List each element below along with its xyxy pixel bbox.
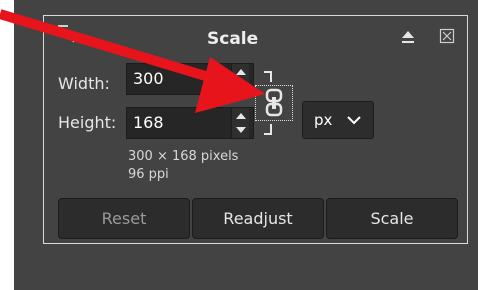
eject-up-icon[interactable]	[399, 28, 417, 46]
red-arrow-icon	[0, 9, 265, 113]
chain-bracket-bottom	[264, 124, 272, 135]
resolution-info: 96 ppi	[128, 167, 169, 182]
scale-button[interactable]: Scale	[326, 198, 458, 239]
unit-value: px	[314, 111, 333, 129]
close-box-icon[interactable]	[439, 28, 455, 44]
unit-dropdown[interactable]: px	[302, 101, 374, 139]
size-info: 300 × 168 pixels	[128, 149, 239, 164]
chevron-down-icon	[347, 116, 361, 125]
spin-down-icon[interactable]	[235, 126, 247, 134]
reset-button[interactable]: Reset	[58, 198, 190, 239]
readjust-button[interactable]: Readjust	[192, 198, 324, 239]
